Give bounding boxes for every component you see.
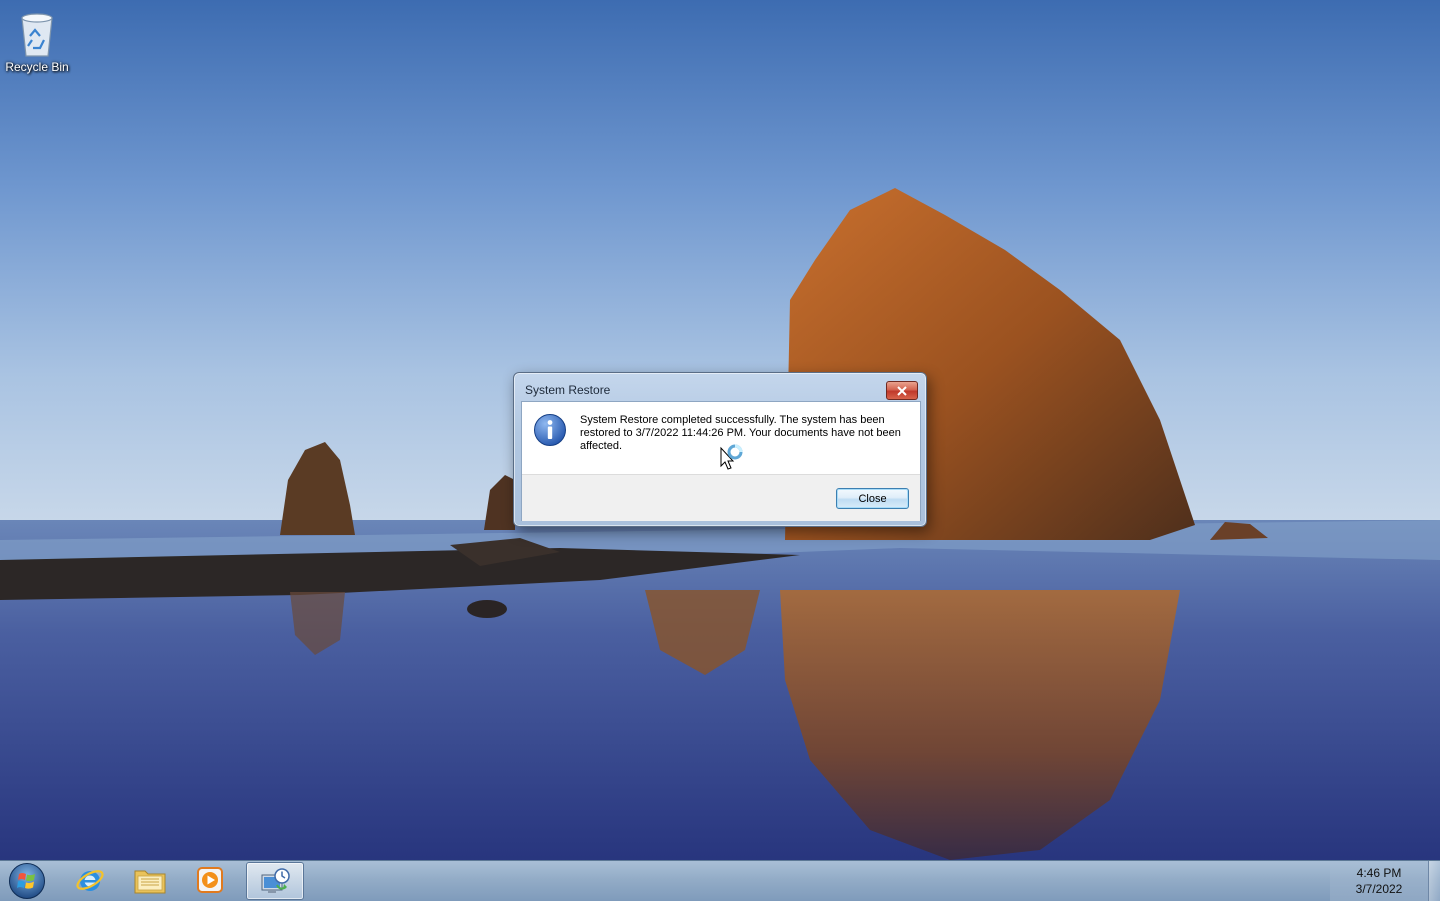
- media-player-icon: [197, 867, 223, 893]
- desktop: Recycle Bin System Restore System Restor…: [0, 0, 1440, 900]
- busy-cursor-icon: [720, 444, 743, 470]
- taskbar-system-restore[interactable]: [246, 862, 304, 900]
- system-restore-icon: [261, 868, 290, 893]
- clock-time: 4:46 PM: [1356, 866, 1402, 880]
- system-clock[interactable]: 4:46 PM 3/7/2022: [1330, 861, 1428, 901]
- dialog-title: System Restore: [525, 383, 611, 397]
- desktop-icon-label: Recycle Bin: [5, 60, 69, 74]
- desktop-icon-recycle-bin[interactable]: Recycle Bin: [4, 6, 70, 74]
- taskbar: 4:46 PM 3/7/2022: [0, 860, 1440, 901]
- taskbar-windows-explorer[interactable]: [122, 862, 178, 898]
- clock-date: 3/7/2022: [1355, 882, 1403, 896]
- information-icon: [534, 414, 566, 446]
- windows-logo-icon: [9, 863, 45, 899]
- dialog-close-x-button[interactable]: [886, 381, 918, 400]
- dialog-footer: Close: [522, 474, 920, 521]
- taskbar-media-player[interactable]: [182, 862, 238, 898]
- folder-icon: [134, 870, 166, 894]
- taskbar-internet-explorer[interactable]: [62, 862, 118, 898]
- start-button[interactable]: [4, 862, 50, 900]
- recycle-bin-icon: [21, 13, 53, 57]
- show-desktop-button[interactable]: [1428, 861, 1440, 901]
- close-icon: [897, 385, 907, 396]
- internet-explorer-icon: [76, 870, 104, 891]
- close-button[interactable]: Close: [836, 488, 909, 509]
